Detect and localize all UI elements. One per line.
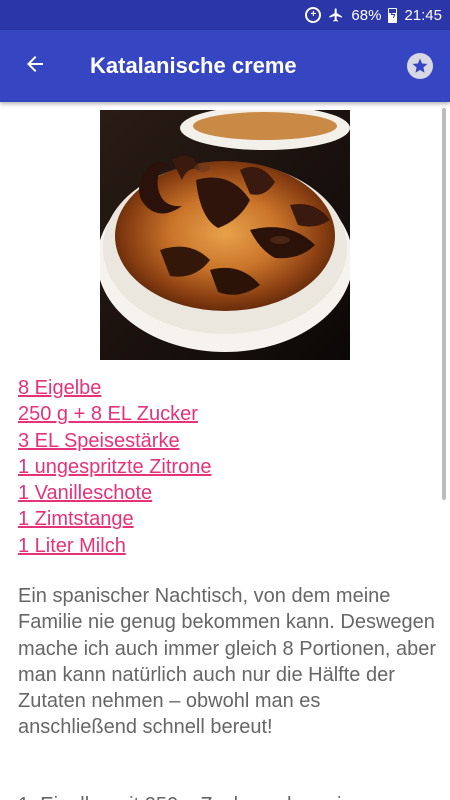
recipe-description: Ein spanischer Nachtisch, von dem meine … bbox=[18, 585, 436, 739]
battery-icon: ϟ bbox=[388, 7, 398, 23]
status-bar: + 68% ϟ 21:45 bbox=[0, 0, 450, 30]
battery-percent: 68% bbox=[351, 6, 382, 24]
ingredient-link[interactable]: 1 Liter Milch bbox=[18, 533, 211, 559]
page-title: Katalanische creme bbox=[90, 53, 297, 78]
app-bar: Katalanische creme bbox=[0, 30, 450, 102]
arrow-left-icon bbox=[23, 52, 47, 81]
preparation-step: 1. Eigelbe mit 250 g Zucker schaumig bbox=[18, 792, 442, 800]
recipe-content[interactable]: 8 Eigelbe 250 g + 8 EL Zucker 3 EL Speises… bbox=[0, 102, 450, 800]
ingredient-link[interactable]: 3 EL Speisestärke bbox=[18, 428, 211, 454]
creme-brulee-photo bbox=[100, 110, 350, 360]
sync-plus-icon: + bbox=[305, 7, 322, 23]
ingredient-link[interactable]: 250 g + 8 EL Zucker bbox=[18, 401, 211, 427]
airplane-icon bbox=[328, 7, 344, 23]
ingredient-link[interactable]: 1 ungespritzte Zitrone bbox=[18, 454, 211, 480]
scrollbar[interactable] bbox=[442, 108, 446, 500]
favorite-button[interactable] bbox=[390, 30, 450, 102]
ingredient-link[interactable]: 1 Zimtstange bbox=[18, 506, 211, 532]
back-button[interactable] bbox=[0, 30, 70, 102]
clock: 21:45 bbox=[404, 6, 442, 24]
ingredient-link[interactable]: 1 Vanilleschote bbox=[18, 480, 211, 506]
star-icon bbox=[407, 53, 433, 79]
ingredient-link[interactable]: 8 Eigelbe bbox=[18, 375, 211, 401]
ingredient-list: 8 Eigelbe 250 g + 8 EL Zucker 3 EL Speises… bbox=[18, 375, 211, 559]
